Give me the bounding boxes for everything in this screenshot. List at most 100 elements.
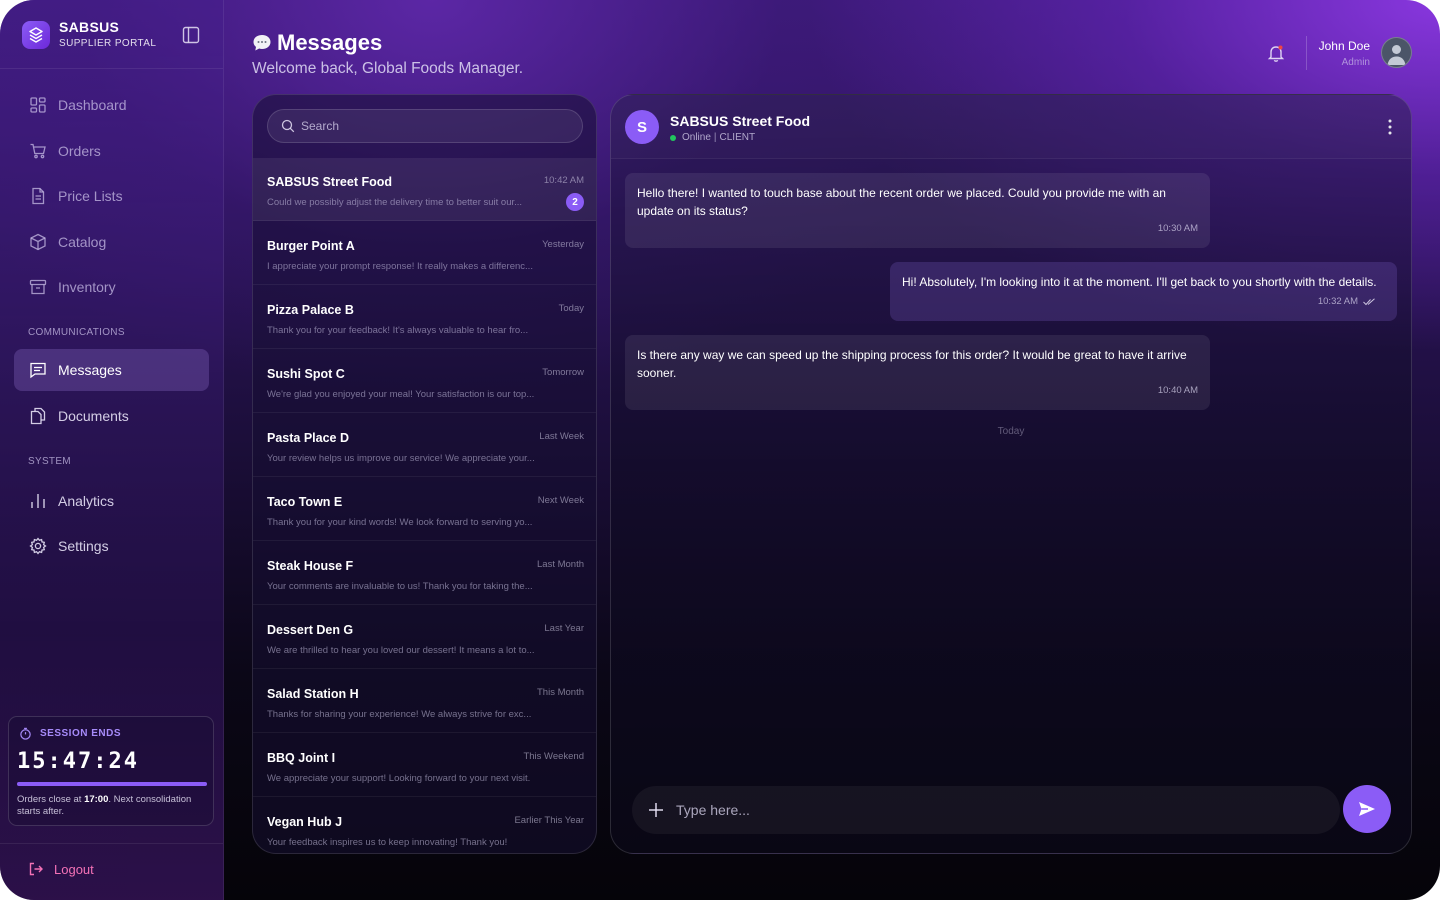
contact-avatar[interactable]: S — [625, 110, 659, 144]
sidebar-item-settings[interactable]: Settings — [14, 525, 209, 567]
conversation-item[interactable]: Pasta Place D Last Week Your review helps … — [253, 414, 596, 477]
app-window: SABSUS SUPPLIER PORTAL Dashboard Orders … — [0, 0, 1440, 900]
message-time: 10:30 AM — [1157, 223, 1198, 234]
session-countdown: 15:47:24 — [17, 749, 139, 774]
conversation-item[interactable]: BBQ Joint I This Weekend We appreciate you… — [253, 734, 596, 797]
chat-header: S SABSUS Street Food Online | CLIENT — [611, 95, 1411, 159]
conversation-name: Vegan Hub J — [267, 815, 343, 829]
conversation-time: This Weekend — [523, 751, 584, 762]
user-name[interactable]: John Doe — [1319, 39, 1370, 53]
conversation-item[interactable]: Burger Point A Yesterday I appreciate your… — [253, 222, 596, 285]
contact-status: Online | CLIENT — [670, 132, 755, 143]
conversation-preview: Your comments are invaluable to us! Than… — [267, 581, 533, 592]
page-title: Messages — [252, 30, 382, 56]
notification-bell-icon[interactable] — [1266, 43, 1286, 63]
brand-name: SABSUS — [59, 19, 120, 35]
section-label-system: SYSTEM — [28, 456, 71, 467]
message-text: Is there any way we can speed up the shi… — [637, 348, 1187, 380]
send-button[interactable] — [1343, 785, 1391, 833]
conversation-time: 10:42 AM — [543, 175, 584, 186]
speech-bubble-icon — [253, 35, 271, 51]
sidebar-divider — [0, 843, 223, 844]
conversation-time: Last Month — [537, 559, 584, 570]
conversation-time: Last Week — [539, 431, 584, 442]
conversation-preview: Thanks for sharing your experience! We a… — [267, 709, 532, 720]
conversation-item[interactable]: SABSUS Street Food 10:42 AM Could we possi… — [253, 158, 596, 221]
add-attachment-icon[interactable] — [648, 802, 664, 818]
more-options-icon[interactable] — [1387, 117, 1393, 137]
sidebar-item-messages[interactable]: Messages — [14, 349, 209, 391]
message-outgoing: Hi! Absolutely, I'm looking into it at t… — [890, 262, 1397, 321]
session-card: SESSION ENDS 15:47:24 Orders close at 17… — [8, 716, 214, 826]
conversation-time: Tomorrow — [542, 367, 584, 378]
conversation-item[interactable]: Taco Town E Next Week Thank you for your k… — [253, 478, 596, 541]
session-header: SESSION ENDS — [19, 727, 121, 740]
search-input[interactable] — [299, 118, 563, 134]
sidebar-item-label: Analytics — [58, 493, 115, 509]
conversation-preview: I appreciate your prompt response! It re… — [267, 261, 533, 272]
cart-icon — [28, 141, 48, 161]
conversation-preview: We appreciate your support! Looking forw… — [267, 773, 531, 784]
sidebar-item-inventory[interactable]: Inventory — [14, 266, 209, 308]
timer-icon — [20, 727, 31, 740]
chat-panel: S SABSUS Street Food Online | CLIENT Hel… — [610, 94, 1412, 854]
gear-icon — [28, 536, 48, 556]
message-incoming: Hello there! I wanted to touch base abou… — [625, 173, 1210, 248]
conversation-item[interactable]: Sushi Spot C Tomorrow We're glad you enjoy… — [253, 350, 596, 413]
conversation-time: Last Year — [544, 623, 584, 634]
conversation-item[interactable]: Vegan Hub J Earlier This Year Your feedbac… — [253, 798, 596, 853]
sidebar-item-catalog[interactable]: Catalog — [14, 221, 209, 263]
conversation-preview: We're glad you enjoyed your meal! Your s… — [267, 389, 535, 400]
session-note-prefix: Orders close at — [17, 794, 85, 805]
page-title-text: Messages — [277, 30, 383, 55]
message-input[interactable] — [674, 801, 1278, 819]
conversation-item[interactable]: Salad Station H This Month Thanks for shar… — [253, 670, 596, 733]
logout-label: Logout — [54, 861, 94, 877]
conversation-preview: Could we possibly adjust the delivery ti… — [267, 197, 523, 208]
message-icon — [28, 360, 48, 380]
contact-name: SABSUS Street Food — [670, 113, 811, 129]
session-label: SESSION ENDS — [40, 728, 122, 739]
session-note: Orders close at 17:00. Next consolidatio… — [17, 794, 207, 818]
conversation-name: Taco Town E — [267, 495, 343, 509]
conversation-name: Steak House F — [267, 559, 354, 573]
sidebar-item-label: Documents — [58, 408, 129, 424]
message-time: 10:32 AM — [1317, 296, 1358, 307]
contact-role: CLIENT — [719, 132, 756, 143]
dashboard-icon — [28, 95, 48, 115]
conversation-item[interactable]: Dessert Den G Last Year We are thrilled to… — [253, 606, 596, 669]
brand[interactable]: SABSUS SUPPLIER PORTAL — [22, 19, 156, 51]
search-box[interactable] — [267, 109, 583, 143]
analytics-icon — [28, 491, 48, 511]
sidebar-divider — [0, 68, 223, 69]
conversation-time: This Month — [537, 687, 584, 698]
message-time-wrap: 10:32 AM — [1318, 293, 1375, 311]
document-icon — [28, 186, 48, 206]
status-text: Online — [682, 132, 711, 143]
conversation-list-panel: SABSUS Street Food 10:42 AM Could we possi… — [252, 94, 597, 854]
sidebar-item-analytics[interactable]: Analytics — [14, 480, 209, 522]
conversation-name: Sushi Spot C — [267, 367, 345, 381]
logout-button[interactable]: Logout — [28, 861, 94, 877]
box-icon — [28, 232, 48, 252]
sidebar-item-dashboard[interactable]: Dashboard — [14, 84, 209, 126]
header-divider — [1306, 36, 1307, 70]
brand-logo-icon — [22, 21, 50, 49]
sidebar-item-documents[interactable]: Documents — [14, 395, 209, 437]
conversation-item[interactable]: Steak House F Last Month Your comments are… — [253, 542, 596, 605]
documents-icon — [28, 406, 48, 426]
sidebar-item-orders[interactable]: Orders — [14, 130, 209, 172]
conversation-name: Pizza Palace B — [267, 303, 354, 317]
message-incoming: Is there any way we can speed up the shi… — [625, 335, 1210, 410]
message-text: Hi! Absolutely, I'm looking into it at t… — [902, 275, 1377, 289]
sidebar-item-label: Orders — [58, 143, 101, 159]
unread-badge: 2 — [566, 193, 584, 211]
conversation-item[interactable]: Pizza Palace B Today Thank you for your fe… — [253, 286, 596, 349]
sidebar-item-price-lists[interactable]: Price Lists — [14, 175, 209, 217]
sidebar-toggle-icon[interactable] — [182, 26, 202, 44]
online-indicator — [670, 134, 676, 141]
conversation-time: Next Week — [537, 495, 584, 506]
avatar[interactable] — [1381, 37, 1412, 68]
conversation-name: Burger Point A — [267, 239, 355, 253]
conversation-name: Dessert Den G — [267, 623, 354, 637]
